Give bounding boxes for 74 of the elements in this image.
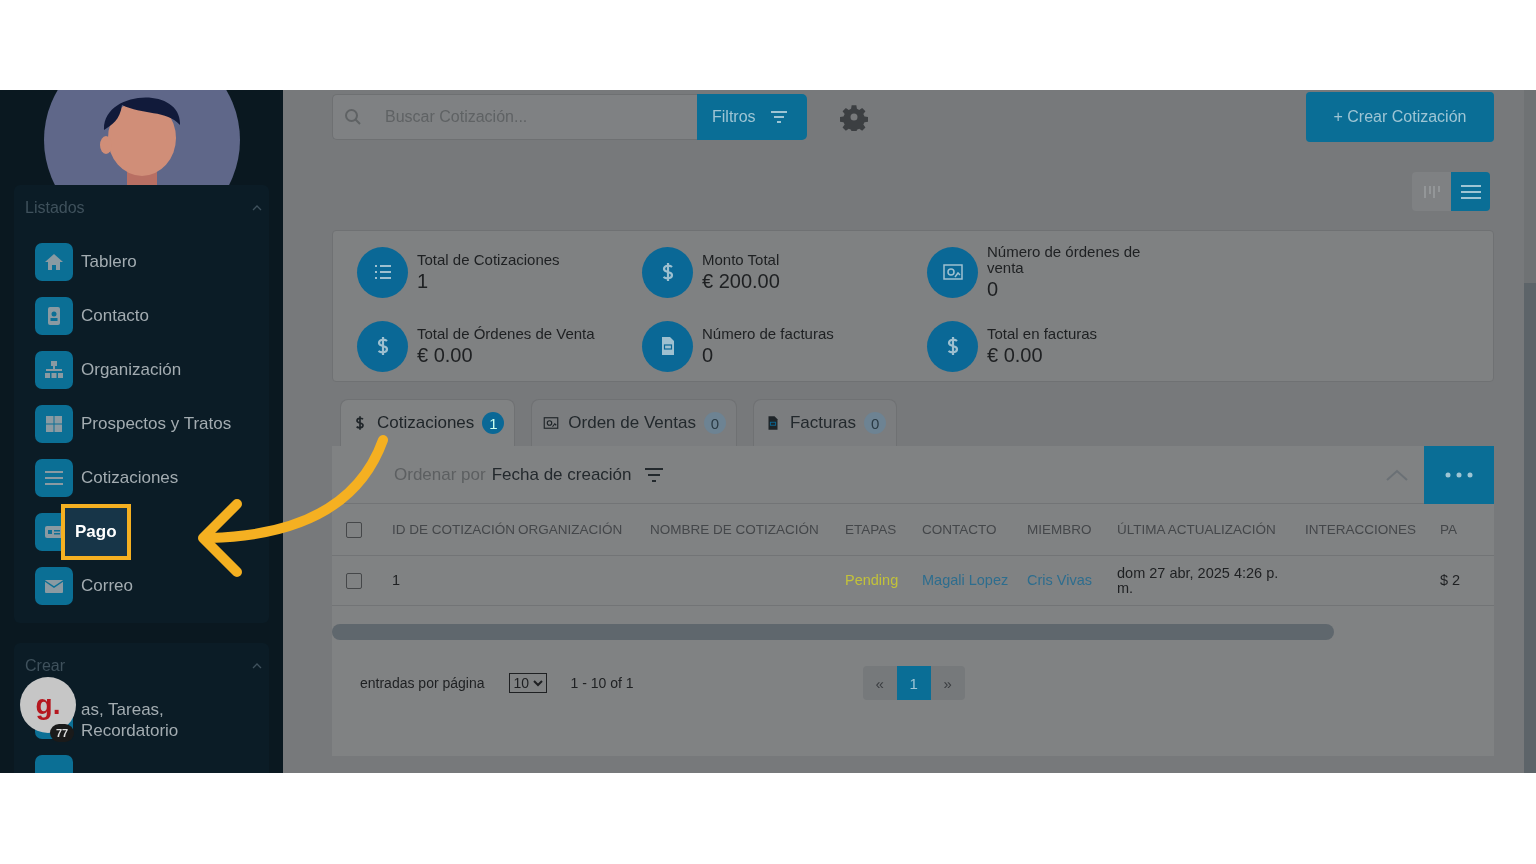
column-header: ID DE COTIZACIÓN	[392, 522, 516, 537]
stat-label: Total en facturas	[987, 325, 1099, 342]
filter-icon	[769, 110, 788, 124]
page-button[interactable]: 1	[896, 666, 931, 700]
stat-value: 1	[417, 269, 430, 293]
page-button[interactable]: «	[862, 666, 897, 700]
stat-value: € 0.00	[417, 343, 474, 367]
stat-label: Número de órdenes de venta	[987, 243, 1142, 276]
list-icon	[1459, 183, 1482, 200]
range-text: 1 - 10 of 1	[570, 675, 634, 691]
scrollbar-thumb[interactable]	[1524, 283, 1536, 773]
per-page-select[interactable]: 10	[508, 673, 547, 693]
count-badge: 1	[482, 412, 505, 434]
column-header: ETAPAS	[845, 522, 898, 537]
column-header: NOMBRE DE COTIZACIÓN	[650, 522, 820, 537]
stat-value: € 200.00	[702, 269, 781, 293]
chart-icon	[542, 414, 561, 432]
stat-value: 0	[987, 277, 1000, 301]
tab[interactable]: Facturas 0	[752, 399, 898, 446]
tab[interactable]: Orden de Ventas 0	[531, 399, 737, 446]
sort-field[interactable]: Fecha de creación	[491, 464, 632, 485]
column-header: ÚLTIMA ACTUALIZACIÓN	[1117, 522, 1277, 537]
more-button[interactable]	[1424, 445, 1494, 504]
grid-icon	[35, 405, 73, 443]
contact-card-icon	[35, 297, 73, 335]
sidebar-item[interactable]: as, Tareas, Recordatorio	[81, 699, 211, 741]
table-cell-text: 1	[392, 573, 402, 588]
horizontal-scrollbar[interactable]	[332, 624, 1334, 640]
create-quote-button[interactable]: + Crear Cotización	[1306, 92, 1494, 142]
kanban-view-button[interactable]	[1412, 172, 1451, 211]
page-button[interactable]: »	[930, 666, 965, 700]
count-badge: 0	[703, 412, 726, 434]
column-header: CONTACTO	[922, 522, 998, 537]
dollar-icon	[642, 246, 693, 298]
table-cell-text: dom 27 abr, 2025 4:26 p. m.	[1117, 565, 1280, 596]
search-icon	[344, 108, 362, 126]
column-header: ORGANIZACIÓN	[518, 522, 624, 537]
stat-label: Número de facturas	[702, 325, 835, 342]
column-header: INTERACCIONES	[1305, 522, 1417, 537]
dollar-icon	[927, 320, 978, 372]
filter-button[interactable]: Filtros	[697, 94, 807, 140]
mail-icon	[35, 567, 73, 605]
sidebar-item[interactable]: Prospectos y Tratos	[81, 414, 232, 434]
column-header: PA	[1440, 522, 1458, 537]
list-view-button[interactable]	[1451, 172, 1490, 211]
per-page-label: entradas por página	[360, 675, 485, 691]
sidebar-item[interactable]: Organización	[81, 360, 182, 380]
sidebar-item[interactable]: Cotizaciones	[81, 468, 179, 488]
stat-label: Total de Cotizaciones	[417, 251, 561, 268]
list-icon	[35, 459, 73, 497]
chart-icon	[927, 246, 978, 298]
stat-value: 0	[702, 343, 715, 367]
stat-label: Total de Órdenes de Venta	[417, 325, 596, 342]
table-cell-text: $ 2	[1440, 573, 1462, 588]
vertical-scrollbar[interactable]	[1524, 90, 1536, 773]
sidebar-item[interactable]: Tablero	[81, 252, 137, 272]
document-icon	[642, 320, 693, 372]
list-icon	[357, 246, 408, 298]
sort-icon[interactable]	[643, 466, 664, 483]
dollar-icon	[357, 320, 408, 372]
status-text: Pending	[845, 573, 900, 588]
sidebar-item[interactable]: Correo	[81, 576, 133, 596]
stat-value: € 0.00	[987, 343, 1044, 367]
count-badge: 0	[864, 412, 887, 434]
org-chart-icon	[35, 351, 73, 389]
home-icon	[35, 243, 73, 281]
checkbox[interactable]	[346, 521, 362, 538]
sidebar-item[interactable]: Contacto	[81, 306, 150, 326]
tab[interactable]: Cotizaciones 1	[340, 399, 516, 446]
column-header: MIEMBRO	[1027, 522, 1093, 537]
more-icon	[1445, 471, 1473, 478]
stat-label: Monto Total	[702, 251, 781, 268]
checkbox[interactable]	[346, 572, 362, 589]
settings-icon[interactable]	[840, 103, 868, 131]
